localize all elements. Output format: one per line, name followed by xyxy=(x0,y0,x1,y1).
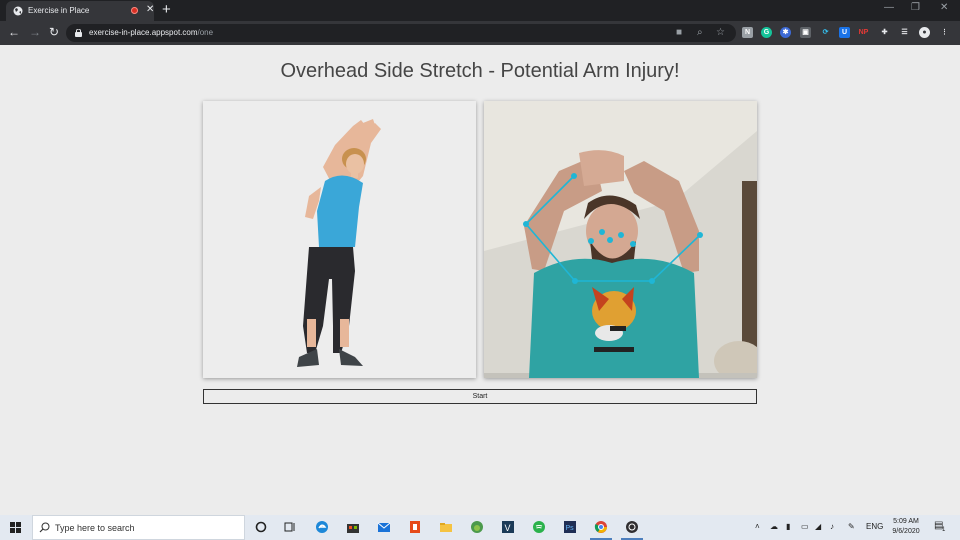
app-green-icon[interactable] xyxy=(470,520,484,534)
sync-icon[interactable]: ⟳ xyxy=(820,27,831,38)
reference-pose-image xyxy=(203,101,476,378)
recording-indicator-icon xyxy=(131,7,138,14)
network-icon[interactable]: ◢ xyxy=(815,522,821,531)
chrome-icon[interactable] xyxy=(594,520,608,534)
taskbar-search-box[interactable]: Type here to search xyxy=(32,515,245,540)
globe-icon xyxy=(13,6,23,16)
usb-icon[interactable]: ▮ xyxy=(786,522,790,531)
minimize-icon[interactable]: — xyxy=(884,2,894,13)
system-clock[interactable]: 5:09 AM 9/6/2020 xyxy=(886,517,926,537)
url-text: exercise-in-place.appspot.com/one xyxy=(89,28,213,37)
photoshop-icon[interactable]: Ps xyxy=(563,520,577,534)
lock-icon xyxy=(75,29,82,37)
browser-tabstrip: Exercise in Place ✕ + — ❐ ✕ xyxy=(0,0,960,21)
bookmark-star-icon[interactable]: ☆ xyxy=(716,27,725,38)
pen-icon[interactable]: ✎ xyxy=(848,522,855,531)
extension-np-icon[interactable]: NP xyxy=(858,27,869,38)
url-host: exercise-in-place.appspot.com xyxy=(89,28,198,37)
windows-taskbar: Type here to search V Ps ˄ ☁ ▮ ▭ ◢ ♪ ✎ E… xyxy=(0,515,960,540)
profile-avatar-icon[interactable]: ● xyxy=(919,27,930,38)
cortana-icon[interactable] xyxy=(254,520,268,534)
tab-close-icon[interactable]: ✕ xyxy=(146,4,154,15)
restore-icon[interactable]: ❐ xyxy=(911,2,920,13)
browser-tab[interactable]: Exercise in Place ✕ xyxy=(6,1,154,21)
extensions-puzzle-icon[interactable]: ✚ xyxy=(879,27,890,38)
mail-icon[interactable] xyxy=(377,520,391,534)
reload-icon[interactable]: ↻ xyxy=(49,25,59,39)
clock-date: 9/6/2020 xyxy=(892,528,920,535)
svg-text:V: V xyxy=(505,523,511,533)
svg-text:Ps: Ps xyxy=(566,525,575,532)
page-title: Overhead Side Stretch - Potential Arm In… xyxy=(280,60,680,82)
obs-icon[interactable] xyxy=(625,520,639,534)
task-view-icon[interactable] xyxy=(283,520,297,534)
media-queue-icon[interactable]: ☰ xyxy=(899,27,910,38)
clock-time: 5:09 AM xyxy=(893,518,919,525)
spotify-icon[interactable] xyxy=(532,520,546,534)
edge-icon[interactable] xyxy=(315,520,329,534)
volume-icon[interactable]: ♪ xyxy=(830,522,834,531)
tab-title: Exercise in Place xyxy=(28,6,90,15)
back-icon[interactable]: ← xyxy=(8,25,20,39)
extension-u-icon[interactable]: U xyxy=(839,27,850,38)
menu-dots-icon[interactable]: ⋮ xyxy=(939,27,950,38)
webcam-pose-overlay xyxy=(484,101,757,378)
onedrive-icon[interactable]: ☁ xyxy=(770,522,778,531)
new-tab-button[interactable]: + xyxy=(162,1,171,19)
reference-pose-figure xyxy=(297,119,381,367)
zoom-icon[interactable]: ⌕ xyxy=(697,27,703,38)
forward-icon[interactable]: → xyxy=(29,25,41,39)
address-bar[interactable]: exercise-in-place.appspot.com/one ■ ⌕ ☆ xyxy=(66,24,736,42)
search-icon xyxy=(39,522,50,533)
office-icon[interactable] xyxy=(408,520,422,534)
search-placeholder: Type here to search xyxy=(55,523,135,533)
extension-n-icon[interactable]: N xyxy=(742,27,753,38)
start-button[interactable]: Start xyxy=(203,389,757,404)
browser-toolbar: ← → ↻ exercise-in-place.appspot.com/one … xyxy=(0,21,960,45)
window-close-icon[interactable]: ✕ xyxy=(940,2,948,13)
language-indicator[interactable]: ENG xyxy=(866,522,883,531)
extension-blue-icon[interactable]: ✱ xyxy=(780,27,791,38)
url-path: /one xyxy=(197,28,214,37)
vs-code-icon[interactable]: V xyxy=(501,520,515,534)
battery-icon[interactable]: ▭ xyxy=(801,522,809,531)
grammarly-icon[interactable]: G xyxy=(761,27,772,38)
file-explorer-icon[interactable] xyxy=(439,520,453,534)
extension-box-icon[interactable]: ▣ xyxy=(800,27,811,38)
store-icon[interactable] xyxy=(346,520,360,534)
notification-count: 1 xyxy=(942,527,946,533)
tray-expand-icon[interactable]: ˄ xyxy=(755,522,760,531)
camera-icon[interactable]: ■ xyxy=(676,27,682,38)
webcam-feed xyxy=(484,101,757,378)
windows-start-icon[interactable] xyxy=(10,522,21,533)
